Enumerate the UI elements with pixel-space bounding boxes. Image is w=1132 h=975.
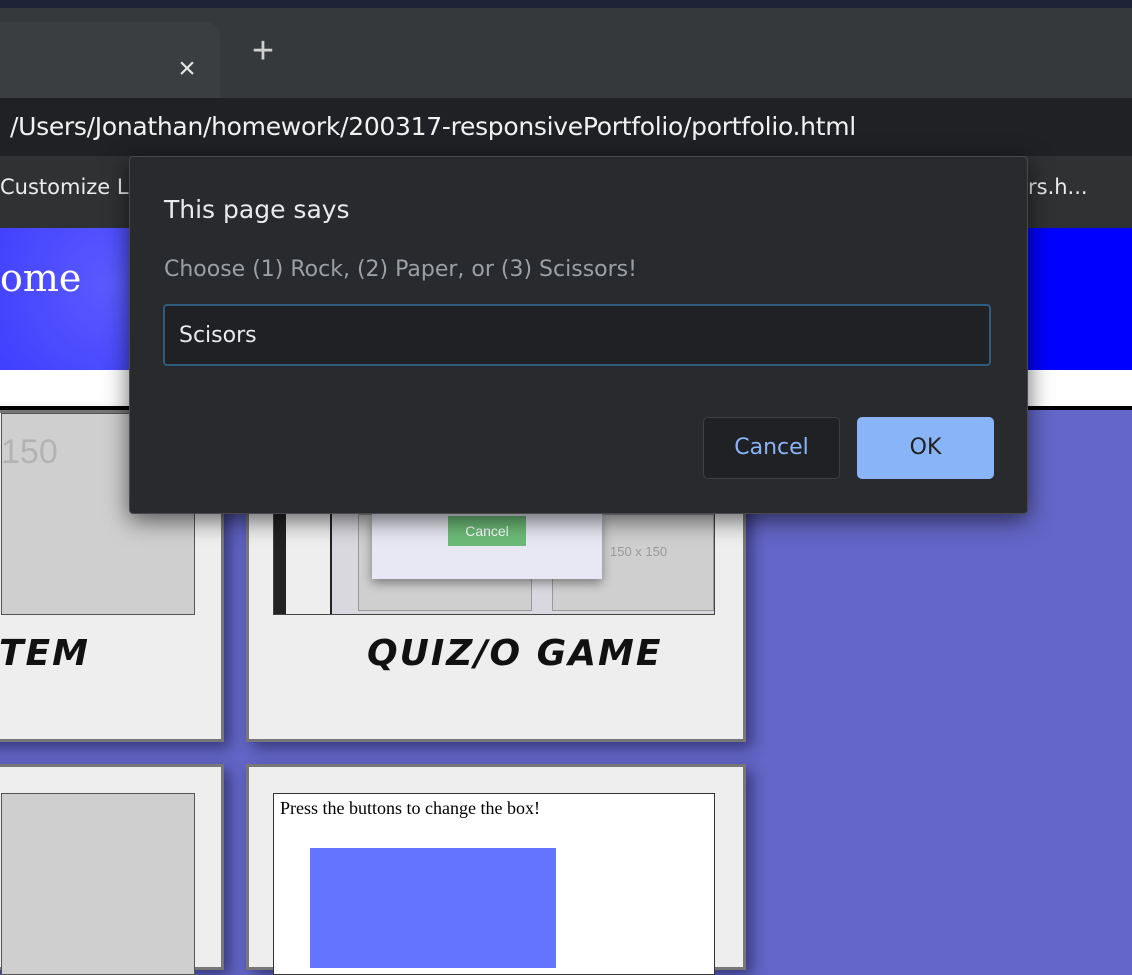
ok-button[interactable]: OK — [857, 417, 994, 479]
dialog-message: Choose (1) Rock, (2) Paper, or (3) Sciss… — [164, 257, 637, 282]
cancel-button[interactable]: Cancel — [703, 417, 840, 479]
portfolio-card-box[interactable]: Press the buttons to change the box! — [246, 764, 746, 975]
close-tab-icon[interactable]: × — [172, 54, 202, 84]
new-tab-icon[interactable]: + — [246, 32, 280, 70]
card-1-label: TEM — [0, 633, 90, 674]
window-top-strip — [0, 0, 1132, 8]
prompt-dialog: This page says Choose (1) Rock, (2) Pape… — [129, 156, 1028, 514]
bookmark-truncated[interactable]: rs.h... — [1028, 175, 1088, 199]
card-3-image — [1, 793, 195, 975]
url-text[interactable]: /Users/Jonathan/homework/200317-responsi… — [10, 112, 856, 141]
shot-sidebar-panel — [286, 504, 330, 614]
card-4-demo-box — [310, 848, 556, 968]
card-1-placeholder-text: 150 — [1, 433, 58, 471]
portfolio-card-3[interactable] — [0, 764, 224, 975]
card-4-demo: Press the buttons to change the box! — [273, 793, 715, 975]
card-4-demo-text: Press the buttons to change the box! — [280, 798, 540, 818]
card-2-label: QUIZ/O GAME — [367, 633, 663, 674]
bookmark-customize[interactable]: Customize L — [0, 175, 129, 199]
dialog-title: This page says — [164, 195, 350, 224]
prompt-input[interactable] — [163, 304, 991, 366]
page-header-title: ome — [0, 256, 82, 300]
shot-size-text: 150 x 150 — [610, 544, 668, 559]
shot-cancel-button: Cancel — [448, 516, 526, 546]
browser-tab[interactable]: × — [0, 22, 220, 98]
